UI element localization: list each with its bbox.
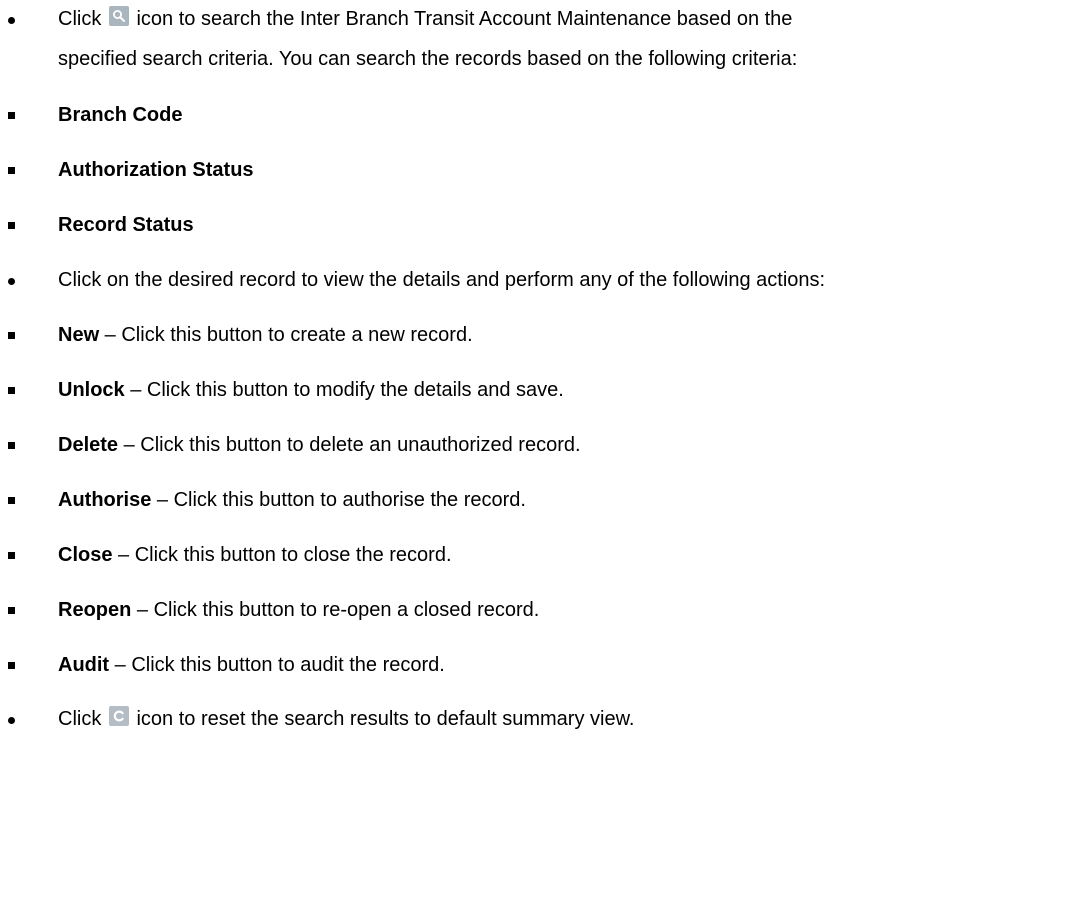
- reset-text: Click icon to reset the search results t…: [58, 704, 634, 734]
- action-text: Audit – Click this button to audit the r…: [58, 650, 445, 680]
- bullet-dot: [8, 717, 15, 724]
- click-prefix: Click: [58, 708, 102, 730]
- action-desc: – Click this button to re-open a closed …: [131, 599, 540, 621]
- document-page: Click icon to search the Inter Branch Tr…: [0, 0, 1081, 909]
- action-text: Delete – Click this button to delete an …: [58, 430, 581, 460]
- action-desc: – Click this button to delete an unautho…: [118, 434, 581, 456]
- click-prefix: Click: [58, 8, 102, 30]
- bullet-square: [8, 112, 15, 119]
- bullet-square: [8, 167, 15, 174]
- bullet-square: [8, 442, 15, 449]
- search-icon: [108, 6, 129, 26]
- action-text: Unlock – Click this button to modify the…: [58, 375, 564, 405]
- bullet-dot: [8, 17, 15, 24]
- action-name: New: [58, 324, 100, 346]
- reset-rest-text: icon to reset the search results to defa…: [136, 708, 635, 730]
- action-desc: – Click this button to authorise the rec…: [151, 489, 526, 511]
- action-desc: – Click this button to audit the record.: [109, 654, 445, 676]
- refresh-icon: [108, 706, 129, 726]
- record-click-text: Click on the desired record to view the …: [58, 269, 826, 291]
- action-name: Authorise: [58, 489, 152, 511]
- criteria-label: Branch Code: [58, 104, 183, 126]
- action-name: Close: [58, 544, 113, 566]
- action-name: Delete: [58, 434, 119, 456]
- criteria-label: Authorization Status: [58, 159, 254, 181]
- bullet-square: [8, 662, 15, 669]
- bullet-dot: [8, 278, 15, 285]
- action-desc: – Click this button to close the record.: [112, 544, 452, 566]
- search-line1-text: icon to search the Inter Branch Transit …: [136, 8, 793, 30]
- action-desc: – Click this button to modify the detail…: [124, 379, 564, 401]
- action-text: New – Click this button to create a new …: [58, 320, 473, 350]
- action-text: Close – Click this button to close the r…: [58, 540, 452, 570]
- action-name: Audit: [58, 654, 110, 676]
- bullet-square: [8, 387, 15, 394]
- search-line2-text: specified search criteria. You can searc…: [58, 48, 798, 70]
- action-name: Reopen: [58, 599, 132, 621]
- bullet-square: [8, 607, 15, 614]
- action-text: Authorise – Click this button to authori…: [58, 485, 526, 515]
- bullet-square: [8, 497, 15, 504]
- bullet-text: Click icon to search the Inter Branch Tr…: [58, 4, 792, 34]
- action-desc: – Click this button to create a new reco…: [99, 324, 473, 346]
- bullet-square: [8, 552, 15, 559]
- bullet-square: [8, 332, 15, 339]
- bullet-square: [8, 222, 15, 229]
- action-text: Reopen – Click this button to re-open a …: [58, 595, 539, 625]
- action-name: Unlock: [58, 379, 125, 401]
- criteria-label: Record Status: [58, 214, 194, 236]
